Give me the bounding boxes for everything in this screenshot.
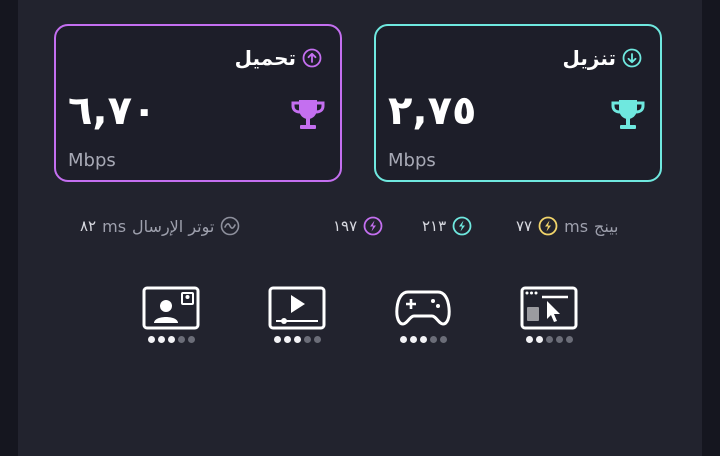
rating-dot [167, 336, 175, 343]
gaming-controller-icon [395, 290, 451, 326]
rating-dot [555, 336, 563, 343]
rating-dots [267, 336, 327, 343]
rating-dots [519, 336, 579, 343]
rating-dot [293, 336, 301, 343]
rating-dot [535, 336, 543, 343]
ping-unit: ms [564, 216, 589, 236]
upload-title-label: تحميل [234, 46, 296, 70]
rating-dot [545, 336, 553, 343]
activity-video-streaming[interactable] [267, 286, 327, 343]
rating-dot [147, 336, 155, 343]
ping-label: بينج [594, 216, 619, 236]
upload-card: تحميل ٦,٧٠ Mbps [54, 24, 342, 182]
rating-dot [177, 336, 185, 343]
rating-dot [157, 336, 165, 343]
rating-dot [303, 336, 311, 343]
jitter-unit: ms [102, 216, 127, 236]
video-call-icon [142, 286, 200, 330]
jitter-stat: توتر الإرسال ms ٨٢ [80, 216, 240, 236]
activity-gaming[interactable] [393, 286, 453, 343]
upload-speed-value: ٦,٧٠ [68, 88, 157, 134]
download-card: تنزيل ٢,٧٥ Mbps [374, 24, 662, 182]
web-browsing-icon [520, 286, 578, 330]
download-speed-value: ٢,٧٥ [388, 88, 477, 134]
video-streaming-icon [268, 286, 326, 330]
rating-dot [565, 336, 573, 343]
rating-dot [419, 336, 427, 343]
upload-title: تحميل [235, 46, 322, 70]
arrow-down-circle-icon [622, 48, 642, 68]
download-title: تنزيل [563, 46, 642, 70]
rating-dot [313, 336, 321, 343]
ping-value-download: ٢١٣ [422, 217, 447, 235]
download-speed-unit: Mbps [388, 150, 436, 171]
rating-dot [283, 336, 291, 343]
rating-dot [429, 336, 437, 343]
rating-dot [409, 336, 417, 343]
rating-dot [439, 336, 447, 343]
rating-dot [525, 336, 533, 343]
ping-upload-stat: ١٩٧ [333, 216, 383, 236]
download-title-label: تنزيل [562, 46, 616, 70]
rating-dot [399, 336, 407, 343]
ping-value-upload: ١٩٧ [333, 217, 358, 235]
jitter-value: ٨٢ [80, 217, 97, 235]
rating-dot [187, 336, 195, 343]
arrow-up-circle-icon [302, 48, 322, 68]
rating-dots [141, 336, 201, 343]
jitter-label: توتر الإرسال [132, 216, 215, 236]
activity-web-browsing[interactable] [519, 286, 579, 343]
trophy-icon [291, 100, 325, 129]
upload-speed-unit: Mbps [68, 150, 116, 171]
ping-value-idle: ٧٧ [516, 217, 533, 235]
bolt-circle-icon [452, 216, 472, 236]
activity-video-call[interactable] [141, 286, 201, 343]
latency-stats: بينج ms ٧٧ ٢١٣ ١٩٧ توتر الإرسال ms ٨٢ [0, 216, 720, 242]
ping-download-stat: ٢١٣ [422, 216, 472, 236]
ping-stat: بينج ms ٧٧ [516, 216, 618, 236]
bolt-circle-icon [538, 216, 558, 236]
rating-dot [273, 336, 281, 343]
rating-dots [393, 336, 453, 343]
trophy-icon [611, 100, 645, 129]
wave-circle-icon [221, 216, 240, 236]
bolt-circle-icon [363, 216, 383, 236]
